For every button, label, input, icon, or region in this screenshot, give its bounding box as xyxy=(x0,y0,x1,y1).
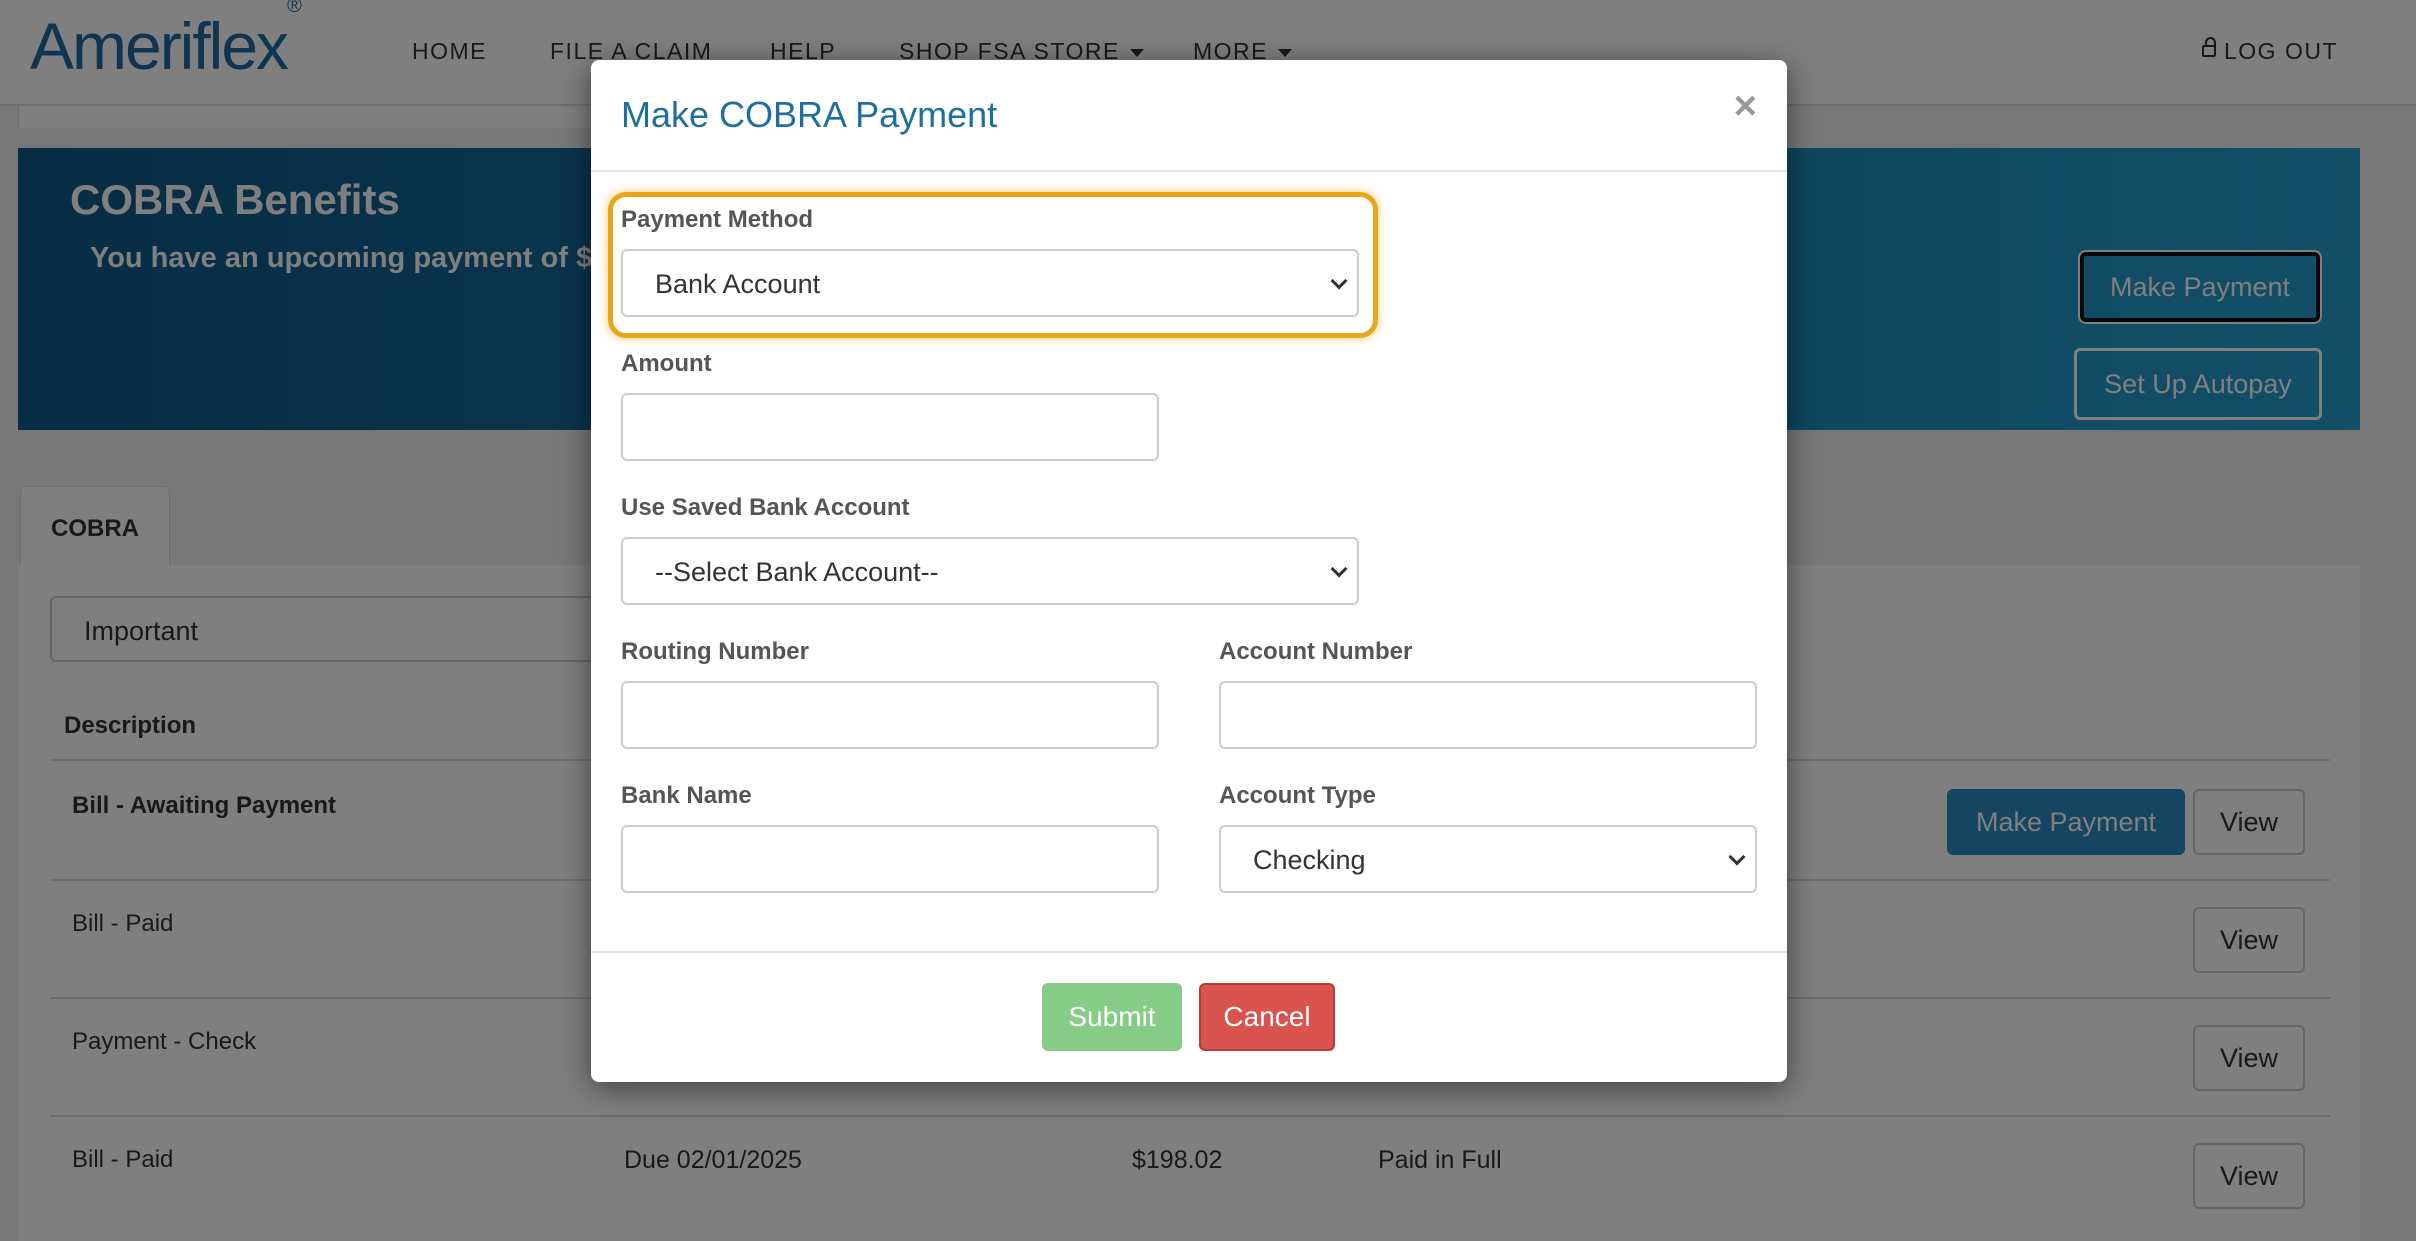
chevron-down-icon xyxy=(1728,848,1746,866)
chevron-down-icon xyxy=(1330,272,1348,290)
saved-bank-account-select[interactable]: --Select Bank Account-- xyxy=(621,537,1359,605)
account-number-input[interactable] xyxy=(1219,681,1757,749)
payment-method-label: Payment Method xyxy=(621,206,814,233)
modal-footer-divider xyxy=(591,951,1787,953)
account-type-select[interactable]: Checking xyxy=(1219,825,1757,893)
chevron-down-icon xyxy=(1330,560,1348,578)
payment-method-value: Bank Account xyxy=(655,269,821,299)
routing-number-label: Routing Number xyxy=(621,638,809,665)
amount-input[interactable] xyxy=(621,393,1159,461)
payment-method-select[interactable]: Bank Account xyxy=(621,249,1359,317)
modal-header-divider xyxy=(591,170,1787,172)
close-icon[interactable]: × xyxy=(1734,84,1757,129)
bank-name-input[interactable] xyxy=(621,825,1159,893)
account-type-value: Checking xyxy=(1253,845,1366,875)
amount-label: Amount xyxy=(621,350,712,377)
routing-number-input[interactable] xyxy=(621,681,1159,749)
modal-title: Make COBRA Payment xyxy=(621,94,998,135)
cancel-button[interactable]: Cancel xyxy=(1199,983,1335,1051)
bank-name-label: Bank Name xyxy=(621,782,752,809)
make-cobra-payment-modal: Make COBRA Payment × Payment Method Bank… xyxy=(591,60,1787,1082)
submit-button[interactable]: Submit xyxy=(1042,983,1182,1051)
saved-bank-account-label: Use Saved Bank Account xyxy=(621,494,910,521)
saved-bank-account-value: --Select Bank Account-- xyxy=(655,557,939,587)
account-type-label: Account Type xyxy=(1219,782,1376,809)
account-number-label: Account Number xyxy=(1219,638,1413,665)
